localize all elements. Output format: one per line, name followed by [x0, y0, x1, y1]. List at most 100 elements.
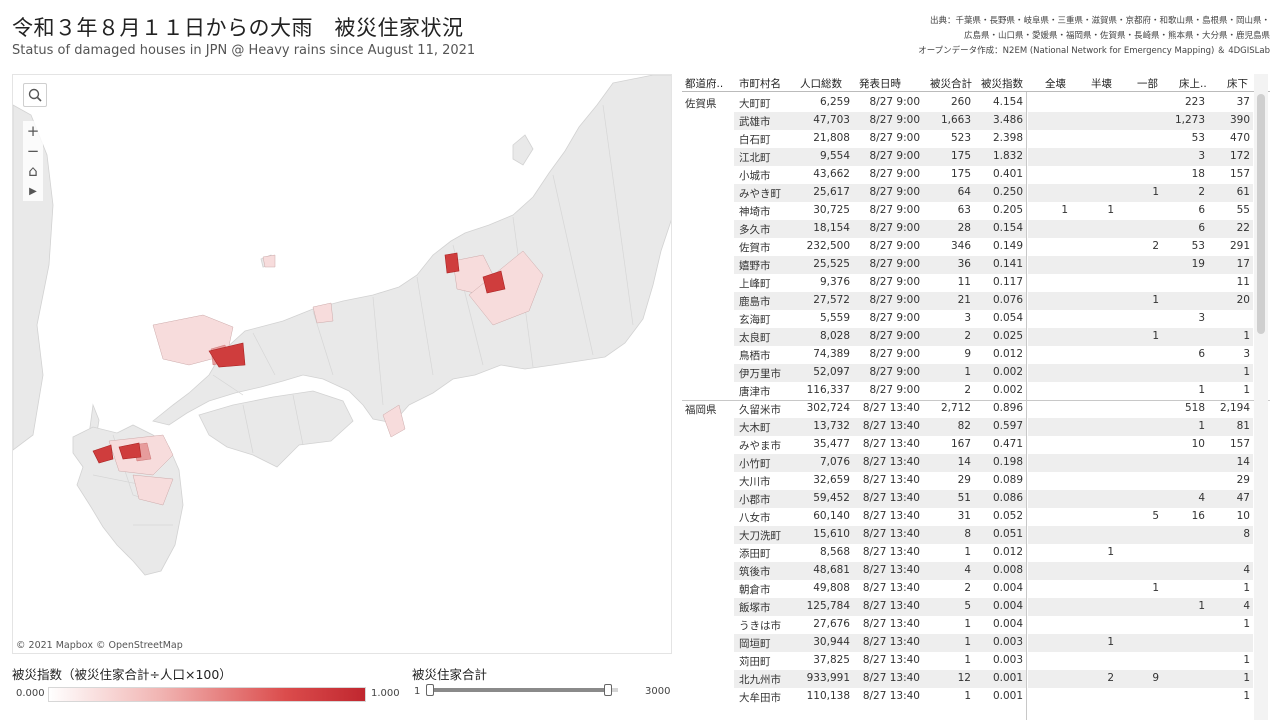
cell-below-floor: 1 — [1243, 582, 1250, 594]
row-stripe — [1028, 670, 1253, 688]
table-row[interactable]: 白石町 21,808 8/27 9:00 523 2.398 53 470 — [682, 130, 1270, 148]
cell-population: 59,452 — [813, 492, 850, 504]
cell-below-floor: 55 — [1236, 204, 1250, 216]
slider-handle-high[interactable] — [604, 684, 612, 696]
col-header-total[interactable]: 被災合計 — [930, 76, 972, 91]
table-row[interactable]: 筑後市 48,681 8/27 13:40 4 0.008 4 — [682, 562, 1270, 580]
table-row[interactable]: 八女市 60,140 8/27 13:40 31 0.052 5 16 10 — [682, 508, 1270, 526]
cell-below-floor: 1 — [1243, 672, 1250, 684]
home-icon[interactable]: ⌂ — [23, 161, 43, 181]
zoom-out-button[interactable]: − — [23, 141, 43, 161]
cell-city: うきは市 — [739, 620, 781, 632]
table-row[interactable]: 鹿島市 27,572 8/27 9:00 21 0.076 1 20 — [682, 292, 1270, 310]
cell-below-floor: 10 — [1236, 510, 1250, 522]
zoom-in-button[interactable]: + — [23, 121, 43, 141]
col-header-full[interactable]: 全壊 — [1045, 76, 1066, 91]
table-row[interactable]: 大町町 6,259 8/27 9:00 260 4.154 223 37 — [682, 94, 1270, 112]
table-row[interactable]: 江北町 9,554 8/27 9:00 175 1.832 3 172 — [682, 148, 1270, 166]
cell-city: みやき町 — [739, 188, 781, 200]
slider-title: 被災住家合計 — [412, 667, 488, 682]
table-scrollbar[interactable] — [1254, 74, 1268, 720]
table-row[interactable]: 武雄市 47,703 8/27 9:00 1,663 3.486 1,273 390 — [682, 112, 1270, 130]
row-stripe — [1028, 112, 1253, 130]
col-header-half[interactable]: 半壊 — [1091, 76, 1112, 91]
table-row[interactable]: 飯塚市 125,784 8/27 13:40 5 0.004 1 4 — [682, 598, 1270, 616]
col-header-above-floor[interactable]: 床上.. — [1179, 76, 1207, 91]
col-header-partial[interactable]: 一部 — [1137, 76, 1158, 91]
cell-city: 玄海町 — [739, 314, 771, 326]
row-stripe — [1028, 382, 1253, 400]
scrollbar-thumb[interactable] — [1257, 94, 1265, 334]
table-row[interactable]: みやき町 25,617 8/27 9:00 64 0.250 1 2 61 — [682, 184, 1270, 202]
cell-date: 8/27 13:40 — [862, 564, 920, 576]
row-stripe — [1028, 256, 1253, 274]
table-row[interactable]: 伊万里市 52,097 8/27 9:00 1 0.002 1 — [682, 364, 1270, 382]
row-stripe — [1028, 292, 1253, 310]
cell-above-floor: 223 — [1184, 96, 1205, 108]
range-slider-fill — [428, 688, 610, 692]
table-row[interactable]: 小郡市 59,452 8/27 13:40 51 0.086 4 47 — [682, 490, 1270, 508]
row-stripe — [1028, 238, 1253, 256]
table-row[interactable]: 小竹町 7,076 8/27 13:40 14 0.198 14 — [682, 454, 1270, 472]
table-row[interactable]: 朝倉市 49,808 8/27 13:40 2 0.004 1 1 — [682, 580, 1270, 598]
cell-half: 1 — [1107, 204, 1114, 216]
slider-handle-low[interactable] — [426, 684, 434, 696]
table-row[interactable]: 大木町 13,732 8/27 13:40 82 0.597 1 81 — [682, 418, 1270, 436]
damage-table[interactable]: 都道府.. 市町村名 人口総数 発表日時 被災合計 被災指数 全壊 半壊 一部 … — [682, 74, 1270, 720]
cell-date: 8/27 13:40 — [862, 654, 920, 666]
table-row[interactable]: 上峰町 9,376 8/27 9:00 11 0.117 11 — [682, 274, 1270, 292]
cell-date: 8/27 9:00 — [869, 168, 921, 180]
col-header-below-floor[interactable]: 床下 — [1227, 76, 1248, 91]
cell-population: 49,808 — [813, 582, 850, 594]
table-row[interactable]: 岡垣町 30,944 8/27 13:40 1 0.003 1 — [682, 634, 1270, 652]
row-stripe — [1028, 130, 1253, 148]
cell-population: 25,617 — [813, 186, 850, 198]
cell-city: 大木町 — [739, 422, 771, 434]
col-header-population[interactable]: 人口総数 — [800, 76, 842, 91]
col-header-index[interactable]: 被災指数 — [981, 76, 1023, 91]
table-row[interactable]: 久留米市 302,724 8/27 13:40 2,712 0.896 518 2,194 — [682, 400, 1270, 418]
map-canvas[interactable] — [13, 75, 672, 654]
table-row[interactable]: 多久市 18,154 8/27 9:00 28 0.154 6 22 — [682, 220, 1270, 238]
table-row[interactable]: 大刀洗町 15,610 8/27 13:40 8 0.051 8 — [682, 526, 1270, 544]
cell-city: 大牟田市 — [739, 692, 781, 704]
cell-below-floor: 2,194 — [1219, 402, 1250, 414]
table-row[interactable]: 神埼市 30,725 8/27 9:00 63 0.205 1 1 6 55 — [682, 202, 1270, 220]
table-row[interactable]: 北九州市 933,991 8/27 13:40 12 0.001 2 9 1 — [682, 670, 1270, 688]
cell-population: 6,259 — [819, 96, 850, 108]
table-row[interactable]: うきは市 27,676 8/27 13:40 1 0.004 1 — [682, 616, 1270, 634]
table-row[interactable]: 大川市 32,659 8/27 13:40 29 0.089 29 — [682, 472, 1270, 490]
cell-total: 1 — [964, 690, 971, 702]
cell-index: 0.001 — [992, 672, 1023, 684]
table-row[interactable]: 太良町 8,028 8/27 9:00 2 0.025 1 1 — [682, 328, 1270, 346]
cell-partial: 1 — [1152, 186, 1159, 198]
cell-below-floor: 4 — [1243, 600, 1250, 612]
table-row[interactable]: 添田町 8,568 8/27 13:40 1 0.012 1 — [682, 544, 1270, 562]
table-row[interactable]: 佐賀市 232,500 8/27 9:00 346 0.149 2 53 291 — [682, 238, 1270, 256]
map-toolbar: + − ⌂ ▶ — [23, 121, 43, 201]
cell-date: 8/27 13:40 — [862, 474, 920, 486]
table-row[interactable]: 小城市 43,662 8/27 9:00 175 0.401 18 157 — [682, 166, 1270, 184]
play-icon[interactable]: ▶ — [23, 181, 43, 201]
search-map-button[interactable] — [23, 83, 47, 107]
choropleth-map[interactable]: + − ⌂ ▶ © 2021 Mapbox © OpenStreetMap — [12, 74, 672, 654]
cell-population: 52,097 — [813, 366, 850, 378]
cell-population: 18,154 — [813, 222, 850, 234]
cell-index: 0.154 — [992, 222, 1023, 234]
col-header-date[interactable]: 発表日時 — [859, 76, 901, 91]
cell-total: 1 — [964, 366, 971, 378]
table-row[interactable]: 嬉野市 25,525 8/27 9:00 36 0.141 19 17 — [682, 256, 1270, 274]
table-row[interactable]: 苅田町 37,825 8/27 13:40 1 0.003 1 — [682, 652, 1270, 670]
range-slider-track[interactable] — [428, 688, 618, 692]
col-header-city[interactable]: 市町村名 — [739, 76, 781, 91]
map-attribution: © 2021 Mapbox © OpenStreetMap — [16, 640, 183, 651]
table-row[interactable]: 玄海町 5,559 8/27 9:00 3 0.054 3 — [682, 310, 1270, 328]
table-row[interactable]: 大牟田市 110,138 8/27 13:40 1 0.001 1 — [682, 688, 1270, 706]
table-row[interactable]: 唐津市 116,337 8/27 9:00 2 0.002 1 1 — [682, 382, 1270, 400]
col-header-pref[interactable]: 都道府.. — [685, 76, 723, 91]
region-high-nagano — [444, 252, 460, 274]
table-row[interactable]: 鳥栖市 74,389 8/27 9:00 9 0.012 6 3 — [682, 346, 1270, 364]
cell-city: 小城市 — [739, 170, 771, 182]
cell-population: 60,140 — [813, 510, 850, 522]
table-row[interactable]: みやま市 35,477 8/27 13:40 167 0.471 10 157 — [682, 436, 1270, 454]
